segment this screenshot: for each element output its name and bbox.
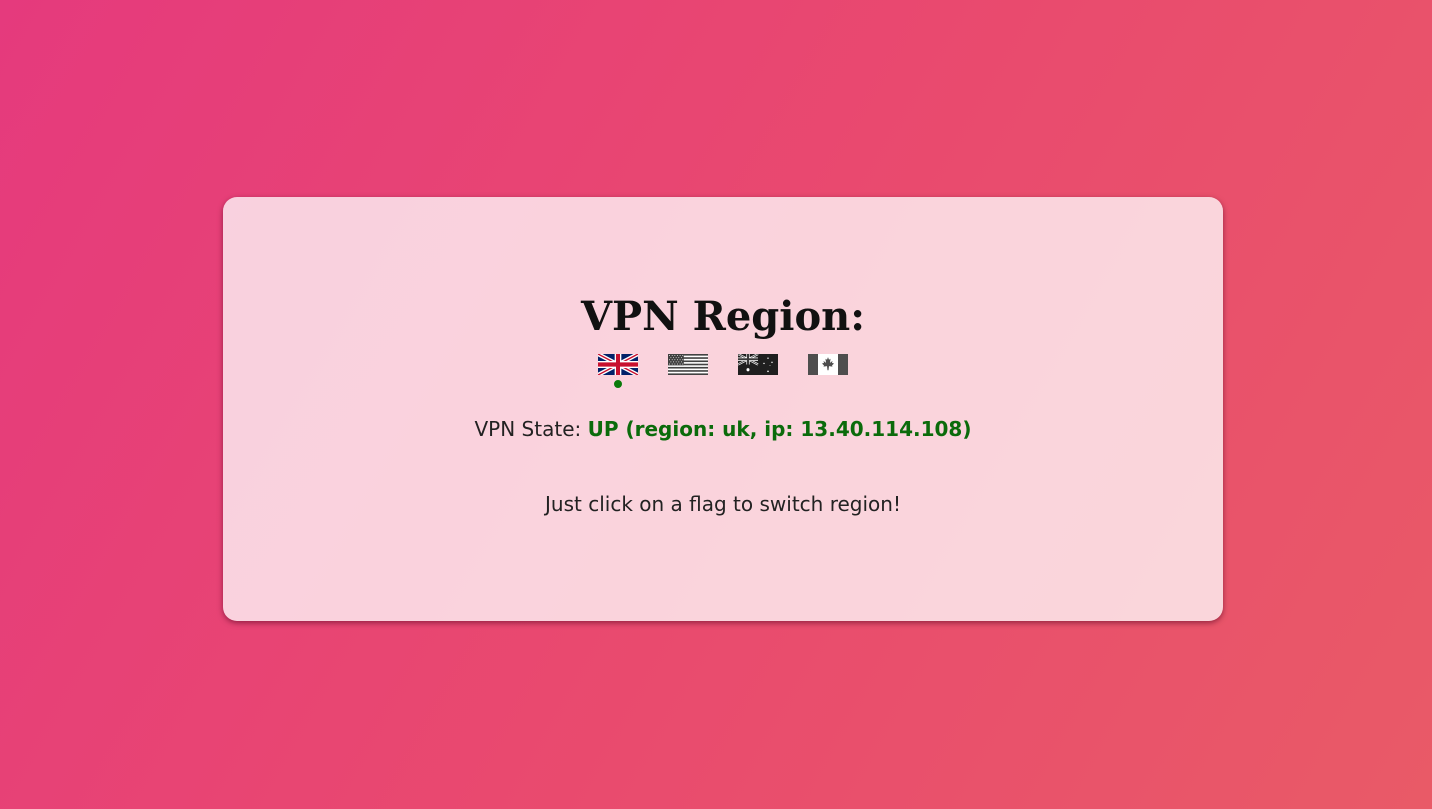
vpn-region-card: VPN Region: VPN State: UP (region: uk, i… <box>223 197 1223 621</box>
australia-flag-icon <box>738 354 778 375</box>
vpn-state: VPN State: UP (region: uk, ip: 13.40.114… <box>223 416 1223 442</box>
switch-region-hint: Just click on a flag to switch region! <box>545 492 901 516</box>
region-flag-selector <box>598 354 848 394</box>
page-title: VPN Region: <box>581 293 865 340</box>
vpn-state-value: UP (region: uk, ip: 13.40.114.108) <box>587 417 972 441</box>
vpn-state-label: VPN State: <box>474 417 582 441</box>
region-flag-ca[interactable] <box>808 354 848 375</box>
canada-flag-icon <box>808 354 848 375</box>
us-flag-icon <box>668 354 708 375</box>
region-flag-au[interactable] <box>738 354 778 375</box>
region-flag-uk[interactable] <box>598 354 638 375</box>
uk-flag-icon <box>598 354 638 375</box>
region-flag-us[interactable] <box>668 354 708 375</box>
active-region-indicator <box>614 380 622 388</box>
